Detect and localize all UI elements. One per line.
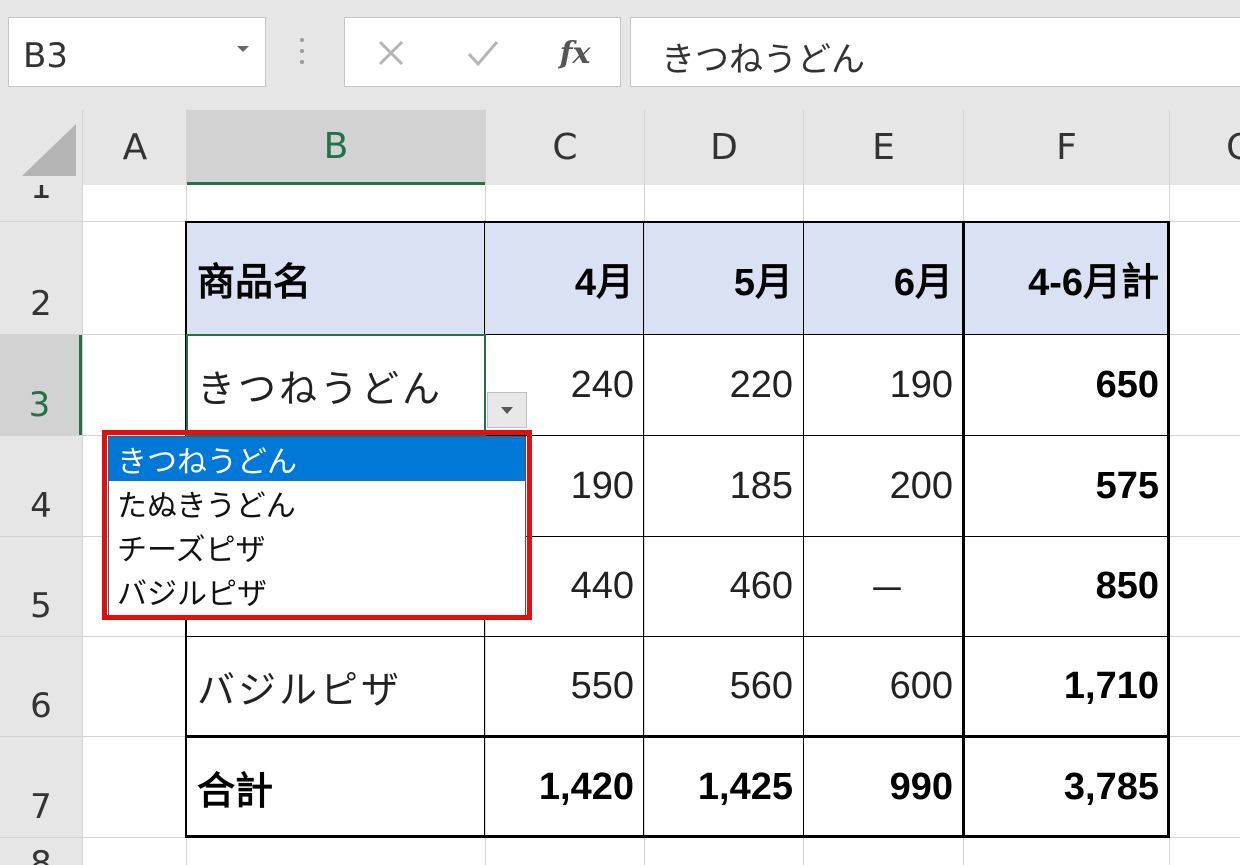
cell-d3[interactable]: 220 [645,335,803,435]
annotation-highlight-box [102,430,532,620]
cell-f5[interactable]: 850 [964,537,1169,636]
active-cell-outline [186,334,486,436]
drag-handle-icon[interactable] [299,38,305,66]
cell-f7[interactable]: 3,785 [964,737,1169,837]
name-box-value: B3 [23,36,68,76]
row-header-7[interactable]: 7 [0,737,82,837]
cell-e7[interactable]: 990 [804,737,963,837]
grid-line [82,110,83,865]
table-border [186,221,1170,223]
cell-e5[interactable]: － [804,537,963,636]
cell-b6[interactable]: バジルピザ [187,637,485,736]
row-header-3[interactable]: 3 [0,335,82,435]
chevron-down-icon[interactable] [237,46,249,52]
close-icon[interactable] [363,30,419,76]
function-icon[interactable]: fx [545,30,605,76]
cell-f2[interactable]: 4-6月計 [964,222,1169,334]
formula-buttons: fx [344,17,621,87]
table-border [186,735,1170,738]
table-border [962,221,965,838]
column-header-d[interactable]: D [645,110,803,185]
row-header-1[interactable]: 1 [0,185,82,221]
cell-f3[interactable]: 650 [964,335,1169,435]
cell-c7[interactable]: 1,420 [486,737,644,837]
cell-e2[interactable]: 6月 [804,222,963,334]
cell-f6[interactable]: 1,710 [964,637,1169,736]
row-header-5[interactable]: 5 [0,537,82,636]
cell-d7[interactable]: 1,425 [645,737,803,837]
chevron-down-icon [501,407,513,414]
check-icon[interactable] [455,30,511,76]
row-1-label: 1 [30,185,52,207]
column-header-b[interactable]: B [187,110,485,185]
cell-c2[interactable]: 4月 [486,222,644,334]
cell-d6[interactable]: 560 [645,637,803,736]
cell-e4[interactable]: 200 [804,436,963,536]
table-border [643,221,644,838]
column-header-a[interactable]: A [83,110,187,185]
formula-input[interactable]: きつねうどん [630,17,1240,87]
table-border [803,221,804,838]
row-header-2[interactable]: 2 [0,222,82,334]
cell-f4[interactable]: 575 [964,436,1169,536]
fx-label: fx [559,35,591,71]
row-header-4[interactable]: 4 [0,436,82,536]
row-8-label: 8 [30,844,52,865]
cell-b2[interactable]: 商品名 [187,222,485,334]
column-header-f[interactable]: F [964,110,1169,185]
table-border [186,835,1170,838]
row-header-8[interactable]: 8 [0,838,82,865]
cell-c6[interactable]: 550 [486,637,644,736]
column-g-label: G [1226,127,1240,168]
dropdown-arrow-button[interactable] [487,392,527,428]
column-header-e[interactable]: E [804,110,963,185]
column-header-g[interactable]: G [1170,110,1240,185]
select-all-button[interactable] [0,110,82,185]
cell-e6[interactable]: 600 [804,637,963,736]
cell-d4[interactable]: 185 [645,436,803,536]
table-border [1167,221,1170,838]
table-border [186,636,1170,637]
column-header-c[interactable]: C [486,110,644,185]
cell-d2[interactable]: 5月 [645,222,803,334]
formula-value: きつねうどん [661,40,865,80]
row-header-6[interactable]: 6 [0,637,82,736]
cell-e3[interactable]: 190 [804,335,963,435]
name-box[interactable]: B3 [8,17,266,87]
formula-bar: B3 fx きつねうどん [0,0,1240,110]
cell-d5[interactable]: 460 [645,537,803,636]
cell-b7[interactable]: 合計 [187,737,485,837]
